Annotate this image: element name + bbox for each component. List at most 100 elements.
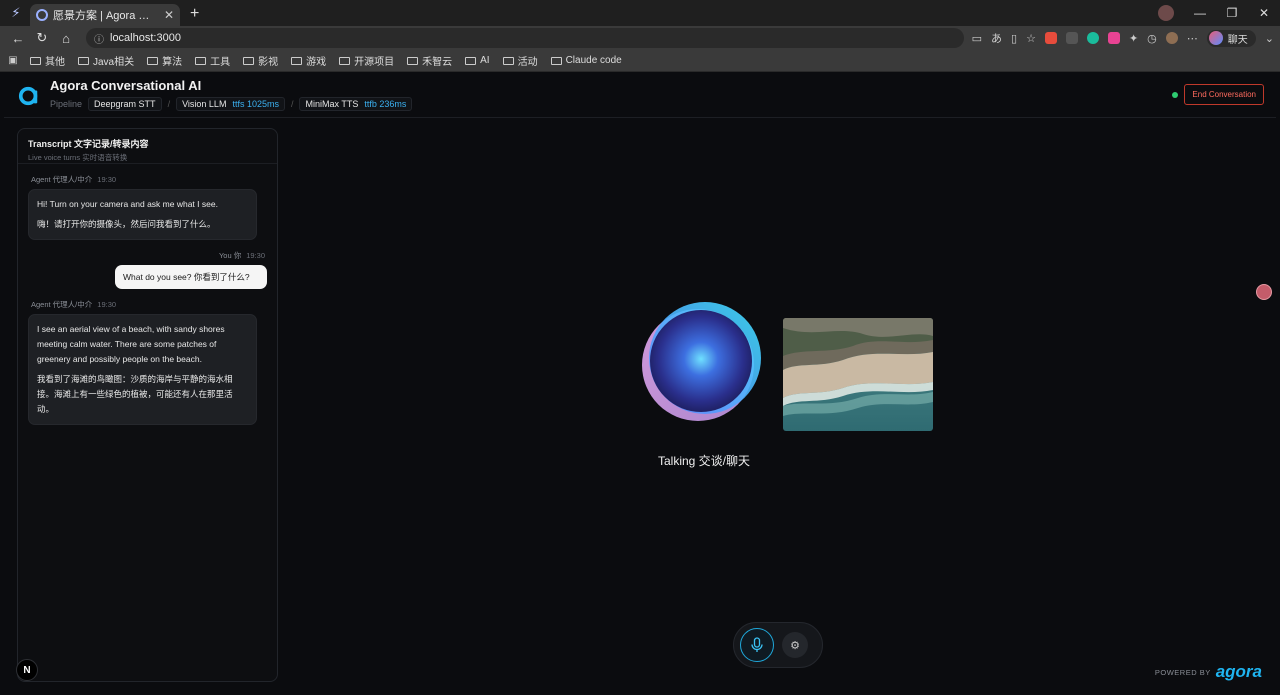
transcript-header: Transcript 文字记录/转录内容 Live voice turns 实时… (18, 129, 277, 164)
apps-icon[interactable]: ▣ (6, 55, 20, 66)
close-window-button[interactable]: ✕ (1248, 6, 1280, 20)
bookmark-star-icon[interactable]: ☆ (1026, 32, 1036, 45)
bookmark-folder[interactable]: Java相关 (78, 53, 134, 68)
microphone-button[interactable] (740, 628, 774, 662)
tab-favicon-icon (36, 9, 48, 21)
settings-button[interactable]: ⚙ (782, 632, 808, 658)
maximize-button[interactable]: ❐ (1216, 6, 1248, 20)
llm-name: Vision LLM (182, 99, 227, 109)
folder-icon (339, 56, 351, 65)
microphone-icon (751, 637, 763, 652)
url-input[interactable]: ⓘ localhost:3000 (86, 28, 964, 48)
tab-close-icon[interactable]: ✕ (164, 8, 174, 22)
bookmark-folder[interactable]: 开源项目 (339, 53, 394, 68)
pipeline-separator: / (167, 99, 171, 109)
message-meta: Agent 代理人/中介 19:30 (31, 299, 277, 310)
extension-icon[interactable] (1065, 32, 1078, 44)
agora-logo-icon (18, 86, 38, 105)
bookmark-folder[interactable]: Claude code (550, 55, 622, 66)
extension-icon[interactable] (1107, 32, 1120, 44)
camera-preview (783, 318, 933, 431)
header-actions: End Conversation (1172, 84, 1264, 105)
folder-icon (407, 56, 419, 65)
nextjs-dev-badge[interactable]: N (16, 659, 38, 681)
connection-status-dot (1172, 91, 1179, 98)
pipeline-separator: / (290, 99, 294, 109)
folder-icon (78, 56, 89, 65)
tab-search-icon[interactable]: ⚡ (6, 3, 26, 23)
toolbar-icons: ▭ あ ▯ ☆ ✦ ◷ ⋯ 聊天 ⌄ (972, 29, 1274, 47)
translate-icon[interactable]: あ (991, 30, 1002, 46)
bookmarks-bar: ▣ 其他 Java相关 算法 工具 影视 游戏 开源项目 禾智云 AI 活动 C… (0, 50, 1280, 72)
copilot-icon (1208, 31, 1223, 45)
folder-icon (550, 56, 562, 65)
message-meta: You 你 19:30 (31, 250, 265, 261)
powered-by-label: POWERED BY (1154, 667, 1211, 677)
browser-tab[interactable]: 愿景方案 | Agora 对话式人工智能 ✕ (30, 4, 180, 26)
message-time: 19:30 (97, 300, 117, 309)
site-info-icon[interactable]: ⓘ (94, 31, 104, 46)
profile-avatar-icon[interactable] (1158, 5, 1174, 21)
bookmark-folder[interactable]: 其他 (30, 53, 65, 68)
home-icon[interactable]: ⌂ (54, 31, 78, 46)
pipeline-label: Pipeline (50, 99, 83, 109)
message-text-zh: 我看到了海滩的鸟瞰图：沙质的海岸与平静的海水相接。海滩上有一些绿色的植被，可能还… (37, 374, 233, 414)
tts-metric: ttfb 236ms (364, 99, 407, 109)
tab-title: 愿景方案 | Agora 对话式人工智能 (53, 10, 158, 22)
agent-message: I see an aerial view of a beach, with sa… (28, 314, 257, 425)
tts-pill: MiniMax TTS ttfb 236ms (299, 97, 413, 111)
extension-icon[interactable] (1086, 32, 1099, 44)
powered-by: POWERED BY agora (1155, 662, 1262, 682)
bookmark-folder[interactable]: 禾智云 (407, 53, 452, 68)
bookmark-label: 工具 (210, 57, 231, 68)
folder-icon (243, 56, 255, 65)
camera-permission-icon[interactable]: ▭ (972, 32, 982, 45)
folder-icon (147, 56, 159, 65)
chat-profile-button[interactable]: 聊天 (1206, 29, 1256, 47)
bookmark-label: Claude code (565, 55, 622, 66)
back-icon[interactable]: ← (6, 31, 30, 46)
message-time: 19:30 (97, 175, 117, 184)
end-conversation-button[interactable]: End Conversation (1184, 84, 1264, 105)
browser-tabstrip: ⚡ 愿景方案 | Agora 对话式人工智能 ✕ + — ❐ ✕ (0, 0, 1280, 26)
bookmark-folder[interactable]: 活动 (502, 53, 538, 68)
llm-pill: Vision LLM ttfs 1025ms (176, 97, 285, 111)
gear-icon: ⚙ (790, 639, 800, 652)
history-icon[interactable]: ◷ (1147, 32, 1157, 45)
app-root: Agora Conversational AI Pipeline Deepgra… (4, 72, 1276, 693)
bookmark-label: Java相关 (93, 57, 135, 68)
extensions-puzzle-icon[interactable]: ✦ (1129, 32, 1138, 45)
user-avatar-icon[interactable] (1165, 32, 1178, 44)
bookmark-folder[interactable]: 游戏 (291, 53, 326, 68)
user-message: What do you see? 你看到了什么? (115, 265, 267, 289)
tts-name: MiniMax TTS (305, 99, 359, 109)
bookmark-label: 其他 (45, 57, 65, 68)
transcript-title: Transcript 文字记录/转录内容 (28, 139, 149, 149)
more-icon[interactable]: ⋯ (1187, 32, 1198, 45)
new-tab-button[interactable]: + (190, 5, 199, 23)
bookmark-label: 活动 (517, 57, 538, 68)
reload-icon[interactable]: ↻ (30, 30, 54, 46)
llm-metric: ttfs 1025ms (232, 99, 279, 109)
stt-pill: Deepgram STT (88, 97, 162, 111)
message-meta: Agent 代理人/中介 19:30 (31, 174, 277, 185)
message-role: Agent 代理人/中介 (31, 175, 93, 184)
agent-message: Hi! Turn on your camera and ask me what … (28, 189, 257, 240)
bookmark-folder[interactable]: 影视 (243, 53, 278, 68)
transcript-panel: Transcript 文字记录/转录内容 Live voice turns 实时… (17, 128, 278, 682)
chevron-down-icon[interactable]: ⌄ (1265, 32, 1274, 45)
bookmark-folder[interactable]: AI (465, 55, 490, 66)
floating-extension-icon[interactable] (1256, 284, 1272, 300)
stt-name: Deepgram STT (94, 99, 156, 109)
folder-icon (195, 56, 207, 65)
minimize-button[interactable]: — (1184, 6, 1216, 20)
reader-icon[interactable]: ▯ (1011, 32, 1017, 45)
folder-icon (30, 56, 41, 65)
bookmark-folder[interactable]: 算法 (147, 53, 182, 68)
message-text-en: Hi! Turn on your camera and ask me what … (37, 199, 218, 209)
agora-wordmark: agora (1215, 662, 1262, 681)
bookmark-folder[interactable]: 工具 (195, 53, 230, 68)
brand-block: Agora Conversational AI Pipeline Deepgra… (50, 78, 418, 111)
message-time: 19:30 (246, 251, 265, 260)
extension-icon[interactable] (1044, 32, 1057, 44)
